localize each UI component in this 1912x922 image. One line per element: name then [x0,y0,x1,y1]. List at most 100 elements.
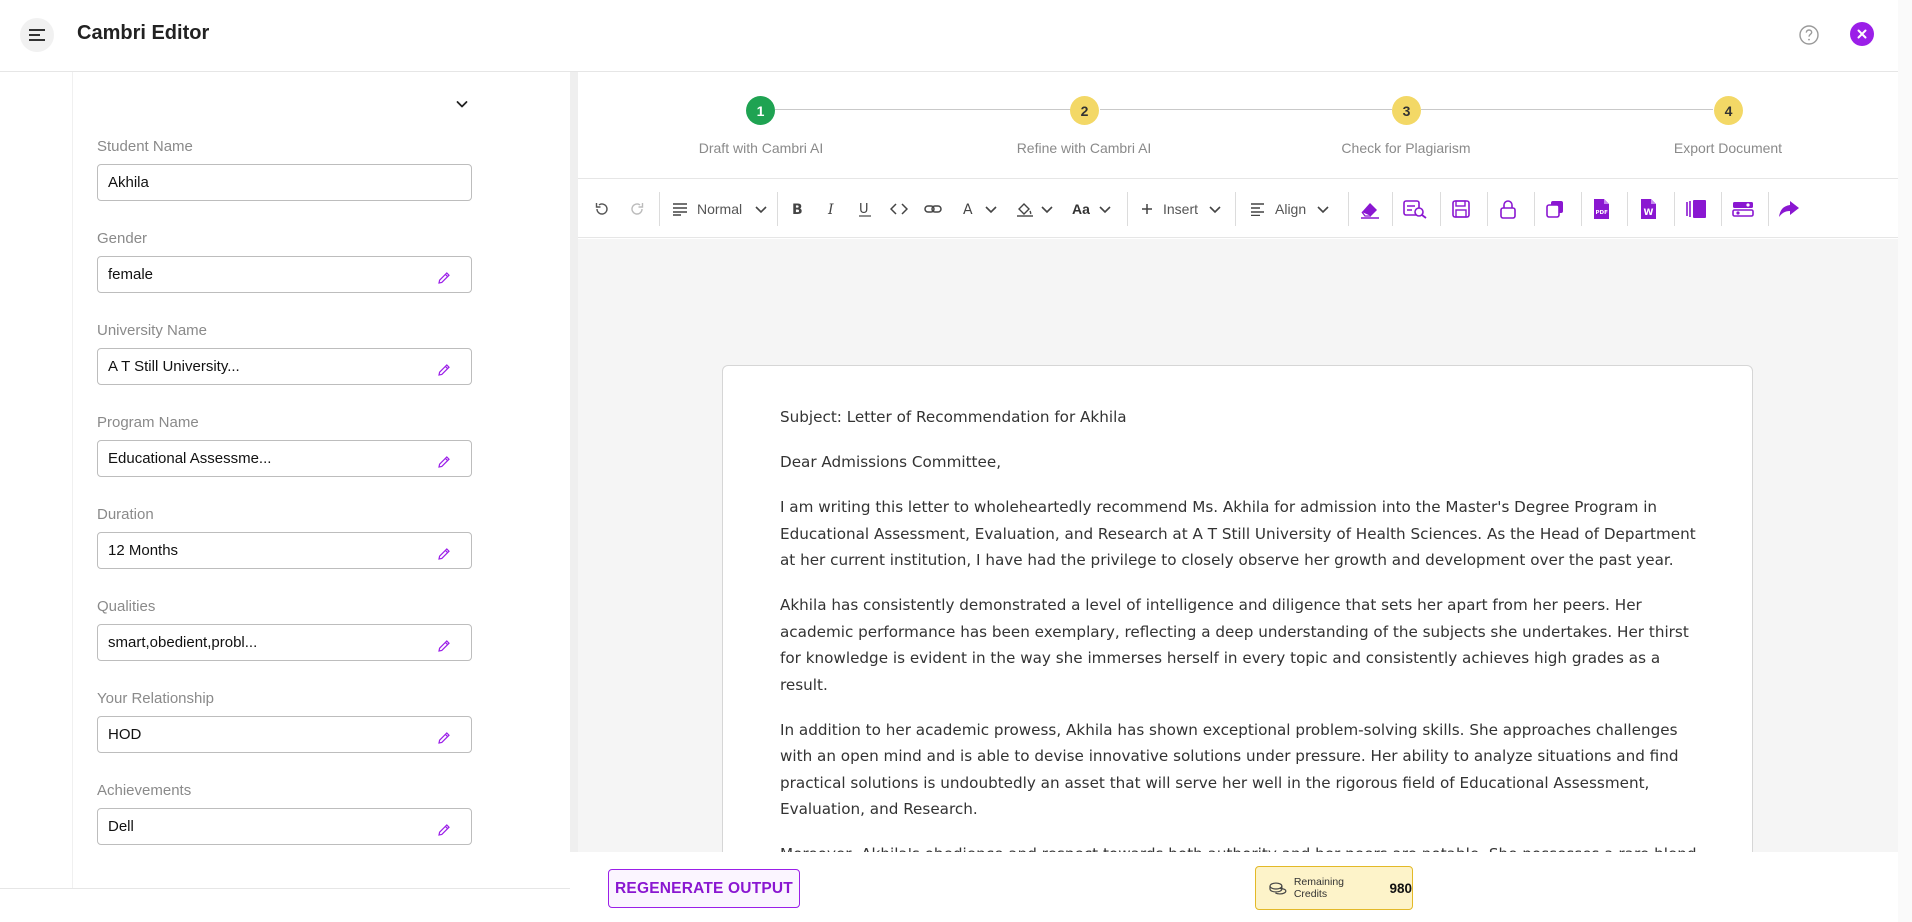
pencil-icon[interactable] [437,823,451,837]
menu-button[interactable] [20,18,54,52]
highlight-color-select[interactable] [1016,197,1054,221]
step-1-label[interactable]: Draft with Cambri AI [661,140,861,156]
undo-button[interactable] [594,197,610,221]
copy-icon [1546,201,1563,218]
bold-button[interactable]: B [791,197,805,221]
step-connector [775,109,1071,110]
field-value: A T Still University... [108,358,240,375]
save-icon [1452,200,1470,218]
regenerate-output-button[interactable]: REGENERATE OUTPUT [608,869,800,908]
lock-icon [1500,200,1516,219]
field-input[interactable]: female [97,256,472,293]
editor-toolbar: Normal B I U A Aa Insert Align PDF W [578,178,1898,238]
font-color-icon: A [963,202,973,217]
pencil-icon[interactable] [437,639,451,653]
step-1-circle[interactable]: 1 [746,96,775,125]
close-button[interactable] [1850,22,1874,46]
field-input[interactable]: HOD [97,716,472,753]
svg-text:U: U [859,202,869,217]
paragraph-style-select[interactable]: Normal [672,197,768,221]
export-word-button[interactable]: W [1639,197,1657,221]
step-3-circle[interactable]: 3 [1392,96,1421,125]
field-input[interactable]: A T Still University... [97,348,472,385]
save-button[interactable] [1451,197,1471,221]
pencil-icon[interactable] [437,271,451,285]
document-paragraph[interactable]: Akhila has consistently demonstrated a l… [780,592,1700,698]
field-value: HOD [108,726,142,743]
credits-label: Remaining Credits [1293,876,1345,900]
document-paragraph[interactable]: I am writing this letter to wholehearted… [780,494,1700,574]
font-size-label: Aa [1072,201,1090,217]
field-input[interactable]: Dell [97,808,472,845]
pencil-icon[interactable] [437,547,451,561]
form-field: Program Name Educational Assessme... [97,413,472,477]
font-color-select[interactable]: A [962,197,998,221]
panel-divider[interactable] [570,72,578,852]
field-input[interactable]: Akhila [97,164,472,201]
form-field: Qualities smart,obedient,probl... [97,597,472,661]
export-pdf-button[interactable]: PDF [1592,197,1610,221]
menu-icon [29,29,45,41]
svg-text:W: W [1644,208,1654,218]
field-input[interactable]: 12 Months [97,532,472,569]
document-paragraph[interactable]: Moreover, Akhila's obedience and respect… [780,841,1700,852]
field-label: Your Relationship [97,690,215,707]
document-paragraph[interactable]: In addition to her academic prowess, Akh… [780,717,1700,823]
page-scrollbar[interactable] [1898,0,1912,922]
svg-text:A: A [963,202,973,217]
plagiarism-check-button[interactable] [1402,197,1428,221]
document-paragraph[interactable]: Subject: Letter of Recommendation for Ak… [780,404,1700,431]
code-button[interactable] [890,197,908,221]
toolbar-separator [1127,192,1128,226]
document-paragraph[interactable]: Dear Admissions Committee, [780,449,1700,476]
step-2-label[interactable]: Refine with Cambri AI [984,140,1184,156]
insert-select[interactable]: Insert [1141,197,1222,221]
link-button[interactable] [924,197,942,221]
field-input[interactable]: Educational Assessme... [97,440,472,477]
form-field: Your Relationship HOD [97,689,472,753]
link-icon [924,205,942,213]
italic-button[interactable]: I [825,197,839,221]
copy-button[interactable] [1545,197,1565,221]
align-select[interactable]: Align [1250,197,1330,221]
step-3-label[interactable]: Check for Plagiarism [1306,140,1506,156]
field-label: Qualities [97,598,156,615]
pencil-icon[interactable] [437,363,451,377]
field-label: Program Name [97,414,199,431]
underline-button[interactable]: U [858,197,872,221]
field-input[interactable]: smart,obedient,probl... [97,624,472,661]
layout-toggle-button[interactable] [1732,197,1754,221]
page-view-button[interactable] [1685,197,1707,221]
bold-icon: B [792,202,803,217]
toolbar-separator [1392,192,1393,226]
document-canvas[interactable]: Subject: Letter of Recommendation for Ak… [578,239,1898,852]
document-text[interactable]: Subject: Letter of Recommendation for Ak… [780,404,1700,852]
pencil-icon[interactable] [437,731,451,745]
field-value: female [108,266,154,283]
chevron-down-icon [1099,206,1111,214]
step-4-label[interactable]: Export Document [1628,140,1828,156]
pencil-icon[interactable] [437,455,451,469]
font-size-select[interactable]: Aa [1072,197,1112,221]
chevron-down-icon[interactable] [454,96,470,112]
step-2-circle[interactable]: 2 [1070,96,1099,125]
insert-label: Insert [1163,201,1199,217]
document-page[interactable]: Subject: Letter of Recommendation for Ak… [722,365,1753,852]
redo-icon [631,203,644,215]
align-left-icon [1251,202,1264,216]
share-button[interactable] [1778,197,1800,221]
toolbar-separator [1487,192,1488,226]
field-value: Akhila [108,174,149,191]
underline-icon: U [859,202,871,217]
lock-button[interactable] [1498,197,1518,221]
step-4-circle[interactable]: 4 [1714,96,1743,125]
redo-button[interactable] [629,197,645,221]
code-icon [890,203,908,215]
form-field: Student Name Akhila [97,137,472,201]
app-root: Cambri Editor Student Name Akhila Gender fe… [0,0,1912,922]
eraser-icon [1361,203,1379,219]
help-circle-icon[interactable] [1798,24,1820,46]
toolbar-separator [1534,192,1535,226]
clear-format-button[interactable] [1359,197,1381,221]
italic-icon: I [827,202,834,217]
